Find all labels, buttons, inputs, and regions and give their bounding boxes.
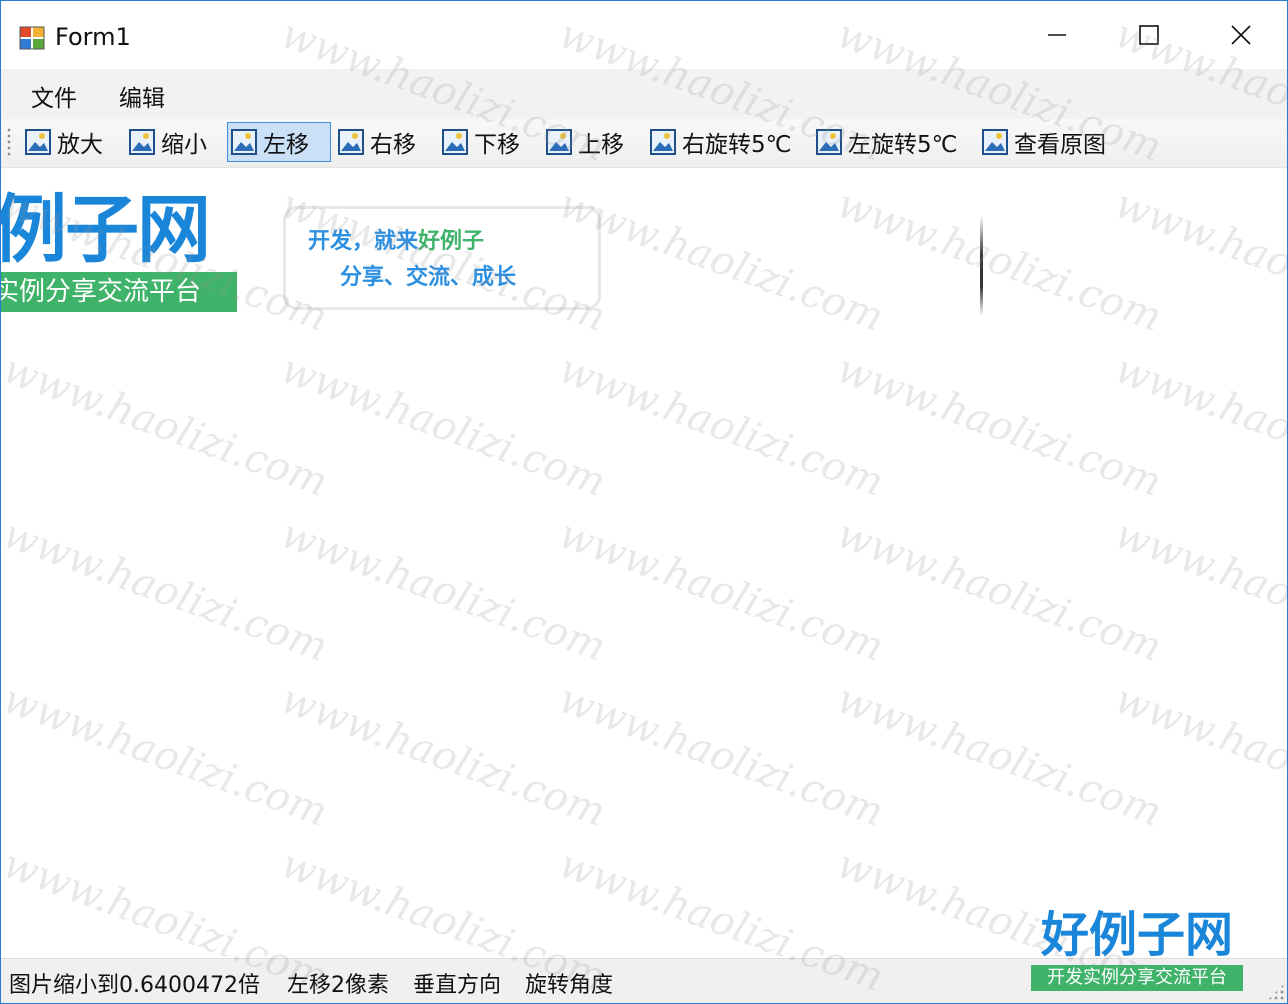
status-zoom: 图片缩小到0.6400472倍 bbox=[9, 973, 260, 998]
logo-band: 实例分享交流平台 bbox=[1, 272, 237, 312]
menu-bar: 文件 编辑 bbox=[1, 69, 1287, 119]
menu-file[interactable]: 文件 bbox=[31, 79, 77, 113]
move-left-label: 左移 bbox=[263, 132, 309, 158]
image-icon bbox=[25, 129, 51, 155]
image-icon bbox=[546, 129, 572, 155]
stamp-title: 好例子网 bbox=[1040, 907, 1233, 963]
brand-stamp: 好例子网 开发实例分享交流平台 bbox=[1031, 907, 1243, 995]
main-window: Form1 文件 编辑 放大 缩小 左移 右移 下移 上移 右旋转5℃ 左旋转5… bbox=[0, 0, 1288, 1004]
slogan-line-2: 分享、交流、成长 bbox=[340, 265, 517, 290]
move-down-label: 下移 bbox=[474, 132, 520, 158]
view-original-label: 查看原图 bbox=[1014, 132, 1106, 158]
rotate-left-label: 左旋转5℃ bbox=[848, 132, 958, 158]
maximize-button[interactable] bbox=[1103, 1, 1195, 69]
image-edge bbox=[980, 216, 983, 316]
image-icon bbox=[650, 129, 676, 155]
picture-box[interactable]: 例子网 实例分享交流平台 开发，就来好例子 分享、交流、成长 bbox=[1, 168, 1287, 959]
slogan-bubble: 开发，就来好例子 分享、交流、成长 bbox=[283, 206, 601, 310]
zoom-in-button[interactable]: 放大 bbox=[21, 122, 106, 162]
status-shift: 左移2像素 bbox=[287, 973, 389, 998]
zoom-out-button[interactable]: 缩小 bbox=[125, 122, 210, 162]
close-button[interactable] bbox=[1195, 1, 1287, 69]
logo-text: 例子网 bbox=[1, 187, 211, 273]
window-title: Form1 bbox=[55, 23, 131, 51]
app-icon bbox=[19, 26, 45, 50]
maximize-icon bbox=[1139, 25, 1159, 45]
minimize-button[interactable] bbox=[1011, 1, 1103, 69]
zoom-out-label: 缩小 bbox=[161, 132, 207, 158]
zoom-in-label: 放大 bbox=[57, 132, 103, 158]
image-icon bbox=[129, 129, 155, 155]
toolbar: 放大 缩小 左移 右移 下移 上移 右旋转5℃ 左旋转5℃ 查看原图 bbox=[1, 119, 1287, 168]
image-icon bbox=[982, 129, 1008, 155]
move-up-button[interactable]: 上移 bbox=[542, 122, 627, 162]
stamp-band: 开发实例分享交流平台 bbox=[1031, 965, 1243, 991]
status-rotation: 旋转角度 bbox=[525, 973, 614, 998]
rotate-right-button[interactable]: 右旋转5℃ bbox=[646, 122, 794, 162]
displayed-image: 例子网 实例分享交流平台 开发，就来好例子 分享、交流、成长 bbox=[1, 176, 993, 336]
slogan-line-1a: 开发，就来 bbox=[308, 229, 419, 254]
move-down-button[interactable]: 下移 bbox=[438, 122, 523, 162]
status-direction: 垂直方向 bbox=[413, 973, 502, 998]
move-right-button[interactable]: 右移 bbox=[334, 122, 419, 162]
move-up-label: 上移 bbox=[578, 132, 624, 158]
minimize-icon bbox=[1048, 34, 1066, 36]
resize-grip[interactable] bbox=[1267, 983, 1285, 1001]
menu-edit[interactable]: 编辑 bbox=[119, 79, 165, 113]
image-icon bbox=[816, 129, 842, 155]
slogan-line-1b: 好例子 bbox=[418, 229, 485, 254]
toolbar-grip[interactable] bbox=[7, 127, 11, 159]
image-icon bbox=[231, 129, 257, 155]
rotate-left-button[interactable]: 左旋转5℃ bbox=[812, 122, 960, 162]
close-icon bbox=[1231, 25, 1251, 45]
image-icon bbox=[442, 129, 468, 155]
move-right-label: 右移 bbox=[370, 132, 416, 158]
image-icon bbox=[338, 129, 364, 155]
rotate-right-label: 右旋转5℃ bbox=[682, 132, 792, 158]
slogan-line-1: 开发，就来好例子 bbox=[308, 223, 484, 255]
move-left-button[interactable]: 左移 bbox=[227, 122, 331, 162]
view-original-button[interactable]: 查看原图 bbox=[978, 122, 1109, 162]
title-bar[interactable]: Form1 bbox=[1, 1, 1287, 69]
